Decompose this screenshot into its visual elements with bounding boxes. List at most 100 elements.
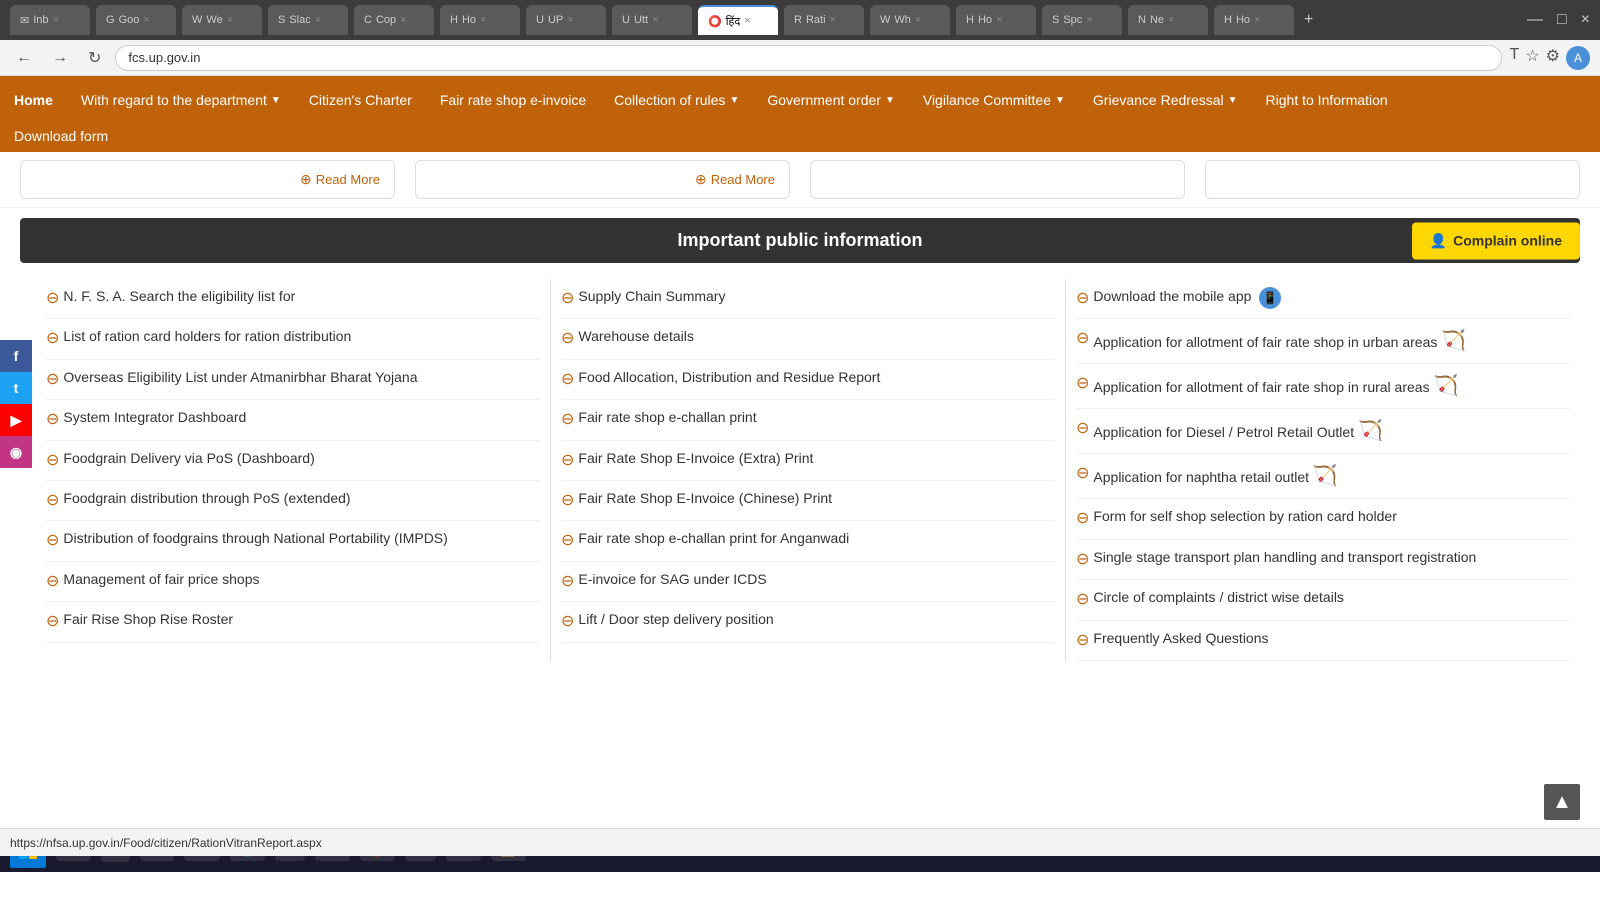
list-item[interactable]: ⊖ Fair Rise Shop Rise Roster bbox=[46, 602, 540, 642]
tab-up[interactable]: U UP × bbox=[526, 5, 606, 35]
tab-wh[interactable]: W Wh × bbox=[870, 5, 950, 35]
list-item-urban-allotment[interactable]: ⊖ Application for allotment of fair rate… bbox=[1076, 319, 1570, 364]
complain-online-button[interactable]: 👤 Complain online bbox=[1412, 222, 1580, 259]
list-item[interactable]: ⊖ Lift / Door step delivery position bbox=[561, 602, 1055, 642]
nav-department[interactable]: With regard to the department ▼ bbox=[67, 78, 295, 122]
list-item[interactable]: ⊖ Foodgrain distribution through PoS (ex… bbox=[46, 481, 540, 521]
nav-vigilance[interactable]: Vigilance Committee ▼ bbox=[909, 78, 1079, 122]
minus-circle-icon: ⊖ bbox=[46, 328, 59, 350]
minus-circle-icon: ⊖ bbox=[561, 530, 574, 552]
status-bar: https://nfsa.up.gov.in/Food/citizen/Rati… bbox=[0, 828, 1600, 856]
list-item[interactable]: ⊖ List of ration card holders for ration… bbox=[46, 319, 540, 359]
nav-collection-rules[interactable]: Collection of rules ▼ bbox=[600, 78, 753, 122]
list-item[interactable]: ⊖ Fair Rate Shop E-Invoice (Chinese) Pri… bbox=[561, 481, 1055, 521]
minus-circle-icon: ⊖ bbox=[1076, 373, 1089, 395]
reload-button[interactable]: ↻ bbox=[82, 46, 107, 70]
tab-gmail[interactable]: ✉ Inb × bbox=[10, 5, 90, 35]
tab-slack[interactable]: S Slac × bbox=[268, 5, 348, 35]
list-item[interactable]: ⊖ Fair rate shop e-challan print bbox=[561, 400, 1055, 440]
translate-icon[interactable]: T bbox=[1510, 46, 1520, 70]
read-more-card-1: ⊕ Read More bbox=[20, 160, 395, 199]
tab-ho1[interactable]: H Ho × bbox=[440, 5, 520, 35]
list-item[interactable]: ⊖ System Integrator Dashboard bbox=[46, 400, 540, 440]
new-tab-button[interactable]: + bbox=[1304, 11, 1313, 29]
dropdown-arrow-vig: ▼ bbox=[1055, 95, 1065, 106]
list-item-complaints[interactable]: ⊖ Circle of complaints / district wise d… bbox=[1076, 580, 1570, 620]
dropdown-arrow: ▼ bbox=[271, 95, 281, 106]
bookmark-icon[interactable]: ☆ bbox=[1525, 46, 1539, 70]
read-more-card-3 bbox=[810, 160, 1185, 199]
nav-govt-order[interactable]: Government order ▼ bbox=[753, 78, 909, 122]
nav-fair-rate-einvoice[interactable]: Fair rate shop e-invoice bbox=[426, 78, 600, 122]
minimize-button[interactable]: — bbox=[1527, 11, 1543, 29]
tab-utt[interactable]: U Utt × bbox=[612, 5, 692, 35]
twitter-button[interactable]: t bbox=[0, 372, 32, 404]
list-item[interactable]: ⊖ Overseas Eligibility List under Atmani… bbox=[46, 360, 540, 400]
nav-citizens-charter[interactable]: Citizen's Charter bbox=[295, 78, 426, 122]
profile-icon[interactable]: A bbox=[1566, 46, 1590, 70]
minus-circle-icon: ⊖ bbox=[561, 490, 574, 512]
instagram-button[interactable]: ◉ bbox=[0, 436, 32, 468]
address-bar[interactable] bbox=[115, 45, 1501, 71]
minus-circle-icon: ⊖ bbox=[46, 530, 59, 552]
list-item-mobile-app[interactable]: ⊖ Download the mobile app 📱 bbox=[1076, 279, 1570, 319]
list-item[interactable]: ⊖ Fair Rate Shop E-Invoice (Extra) Print bbox=[561, 441, 1055, 481]
tab-ho2[interactable]: H Ho × bbox=[956, 5, 1036, 35]
tab-rati[interactable]: R Rati × bbox=[784, 5, 864, 35]
tab-hindi[interactable]: ⭕ हिंद × bbox=[698, 5, 778, 35]
list-item-naphtha[interactable]: ⊖ Application for naphtha retail outlet … bbox=[1076, 454, 1570, 499]
extensions-icon[interactable]: ⚙ bbox=[1546, 46, 1560, 70]
list-item[interactable]: ⊖ Supply Chain Summary bbox=[561, 279, 1055, 319]
tab-ho3[interactable]: H Ho × bbox=[1214, 5, 1294, 35]
facebook-button[interactable]: f bbox=[0, 340, 32, 372]
list-item-rural-allotment[interactable]: ⊖ Application for allotment of fair rate… bbox=[1076, 364, 1570, 409]
read-more-link-1[interactable]: ⊕ Read More bbox=[300, 171, 380, 188]
minus-circle-icon: ⊖ bbox=[561, 571, 574, 593]
minus-circle-icon: ⊖ bbox=[46, 409, 59, 431]
list-item[interactable]: ⊖ Foodgrain Delivery via PoS (Dashboard) bbox=[46, 441, 540, 481]
dropdown-arrow-govt: ▼ bbox=[885, 95, 895, 106]
tab-we[interactable]: W We × bbox=[182, 5, 262, 35]
scroll-top-button[interactable]: ▲ bbox=[1544, 784, 1580, 820]
close-button[interactable]: × bbox=[1581, 11, 1590, 29]
mobile-app-icon: 📱 bbox=[1259, 287, 1281, 309]
tab-cop[interactable]: C Cop × bbox=[354, 5, 434, 35]
back-button[interactable]: ← bbox=[10, 47, 38, 69]
forward-button[interactable]: → bbox=[46, 47, 74, 69]
read-more-strip: ⊕ Read More ⊕ Read More bbox=[0, 152, 1600, 208]
list-item[interactable]: ⊖ Distribution of foodgrains through Nat… bbox=[46, 521, 540, 561]
read-more-card-4 bbox=[1205, 160, 1580, 199]
maximize-button[interactable]: □ bbox=[1557, 11, 1567, 29]
tab-spc[interactable]: S Spc × bbox=[1042, 5, 1122, 35]
column-1: ⊖ N. F. S. A. Search the eligibility lis… bbox=[36, 279, 550, 661]
browser-tabs-bar: ✉ Inb × G Goo × W We × S Slac × C Cop × … bbox=[0, 0, 1600, 40]
list-item[interactable]: ⊖ Fair rate shop e-challan print for Ang… bbox=[561, 521, 1055, 561]
youtube-button[interactable]: ▶ bbox=[0, 404, 32, 436]
nav-grievance[interactable]: Grievance Redressal ▼ bbox=[1079, 78, 1252, 122]
list-item[interactable]: ⊖ Warehouse details bbox=[561, 319, 1055, 359]
nav-download-form[interactable]: Download form bbox=[14, 128, 108, 144]
minus-circle-icon: ⊖ bbox=[1076, 508, 1089, 530]
nav-rti[interactable]: Right to Information bbox=[1252, 78, 1402, 122]
tab-google[interactable]: G Goo × bbox=[96, 5, 176, 35]
read-more-link-2[interactable]: ⊕ Read More bbox=[695, 171, 775, 188]
minus-circle-icon: ⊖ bbox=[46, 571, 59, 593]
list-item[interactable]: ⊖ N. F. S. A. Search the eligibility lis… bbox=[46, 279, 540, 319]
list-item[interactable]: ⊖ E-invoice for SAG under ICDS bbox=[561, 562, 1055, 602]
list-item-diesel-petrol[interactable]: ⊖ Application for Diesel / Petrol Retail… bbox=[1076, 409, 1570, 454]
tab-ne[interactable]: N Ne × bbox=[1128, 5, 1208, 35]
list-item-faq[interactable]: ⊖ Frequently Asked Questions bbox=[1076, 621, 1570, 661]
minus-circle-icon: ⊖ bbox=[1076, 418, 1089, 440]
browser-toolbar: ← → ↻ T ☆ ⚙ A bbox=[0, 40, 1600, 76]
minus-circle-icon: ⊖ bbox=[46, 288, 59, 310]
minus-circle-icon: ⊖ bbox=[46, 450, 59, 472]
minus-circle-icon: ⊖ bbox=[1076, 328, 1089, 350]
list-item[interactable]: ⊖ Food Allocation, Distribution and Resi… bbox=[561, 360, 1055, 400]
minus-circle-icon: ⊖ bbox=[1076, 549, 1089, 571]
list-item[interactable]: ⊖ Management of fair price shops bbox=[46, 562, 540, 602]
list-item-transport[interactable]: ⊖ Single stage transport plan handling a… bbox=[1076, 540, 1570, 580]
nav-home[interactable]: Home bbox=[0, 78, 67, 122]
list-item-self-shop[interactable]: ⊖ Form for self shop selection by ration… bbox=[1076, 499, 1570, 539]
minus-circle-icon: ⊖ bbox=[46, 611, 59, 633]
main-columns: ⊖ N. F. S. A. Search the eligibility lis… bbox=[0, 279, 1600, 661]
